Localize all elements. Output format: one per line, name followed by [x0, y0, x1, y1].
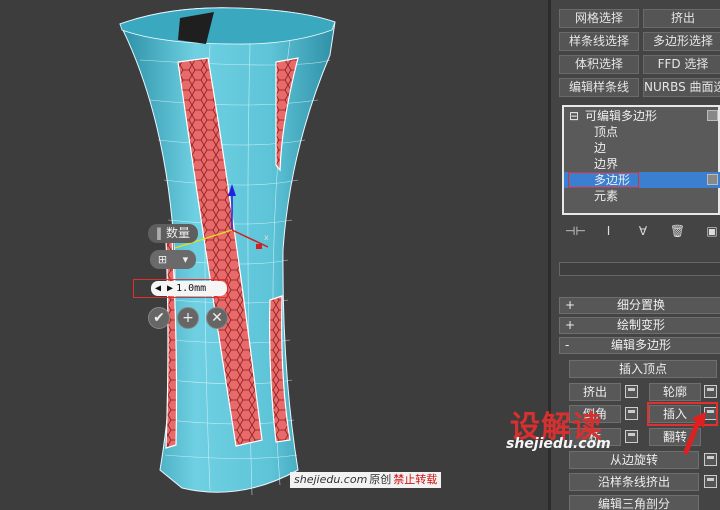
pin-stack-icon[interactable]: ⊣⊢	[565, 223, 586, 239]
nurbs-select-button[interactable]: NURBS 曲面选择	[643, 78, 720, 97]
stack-item-edge[interactable]: 边	[564, 140, 720, 156]
rollout-paint-deformation[interactable]: + 绘制变形	[559, 317, 720, 334]
watermark-warning: 禁止转载	[393, 473, 438, 486]
rollout-edit-polygons[interactable]: - 编辑多边形	[559, 337, 720, 354]
rollout-label: 绘制变形	[616, 318, 665, 332]
gizmo-axis-label: x	[264, 233, 269, 242]
stack-item-editable-poly[interactable]: ⊟ 可编辑多边形	[564, 108, 720, 124]
apply-button[interactable]: +	[177, 307, 199, 329]
stack-toolbar: ⊣⊢ Ⅰ ∀ 🗑 ▣	[565, 222, 720, 240]
edit-triangulation-button[interactable]: 编辑三角剖分	[569, 495, 699, 510]
rollout-toggle-icon: +	[565, 318, 576, 332]
viewport[interactable]: x ‖ 数量 ⊞ ▾ ◀ ▶ 1.0mm ✔ + ✕ shejiedu.com …	[0, 0, 548, 510]
stack-highlight-box	[568, 172, 639, 188]
spline-select-button[interactable]: 样条线选择	[559, 32, 639, 51]
volume-select-button[interactable]: 体积选择	[559, 55, 639, 74]
edit-spline-button[interactable]: 编辑样条线	[559, 78, 639, 97]
stack-item-label: 顶点	[594, 125, 619, 139]
stack-item-label: 边	[594, 141, 607, 155]
caddy-grip-icon: ‖	[156, 226, 162, 240]
caddy-title[interactable]: ‖ 数量	[148, 224, 199, 243]
stack-root-label: 可编辑多边形	[585, 109, 658, 123]
rollout-label: 编辑多边形	[610, 338, 671, 352]
caddy-amount-field: ◀ ▶ 1.0mm	[133, 279, 228, 298]
grid-icon: ⊞	[157, 253, 168, 266]
extrude-spline-settings-icon[interactable]	[704, 475, 717, 488]
vase-model[interactable]: x	[0, 0, 548, 510]
bevel-settings-icon[interactable]	[625, 407, 638, 420]
spinner-arrows-icon: ◀ ▶	[155, 283, 174, 294]
extrude-settings-icon[interactable]	[625, 385, 638, 398]
rollout-label: 细分置换	[616, 298, 665, 312]
caddy-group-dropdown[interactable]: ⊞ ▾	[150, 250, 196, 269]
watermark: shejiedu.com 原创 禁止转载	[290, 472, 442, 488]
annotation-arrow-icon	[683, 412, 706, 455]
extrude-button[interactable]: 挤出	[569, 383, 621, 401]
extrude-modifier-button[interactable]: 挤出	[643, 9, 720, 28]
rollout-toggle-icon: +	[565, 298, 576, 312]
watermark-original: 原创	[369, 473, 392, 486]
rollout-toggle-icon: -	[565, 338, 570, 352]
collapse-icon: ⊟	[569, 109, 580, 123]
insert-vertex-button[interactable]: 插入顶点	[569, 360, 717, 378]
chevron-down-icon: ▾	[182, 253, 189, 266]
brand-url: shejiedu.com	[506, 436, 611, 452]
watermark-site: shejiedu.com	[294, 473, 368, 486]
caddy-title-label: 数量	[166, 226, 191, 240]
ffd-select-button[interactable]: FFD 选择	[643, 55, 720, 74]
outline-settings-icon[interactable]	[704, 385, 717, 398]
amount-spinner[interactable]: ◀ ▶ 1.0mm	[151, 281, 227, 296]
outline-button[interactable]: 轮廓	[649, 383, 701, 401]
stack-item-vertex[interactable]: 顶点	[564, 124, 720, 140]
cancel-button[interactable]: ✕	[206, 307, 228, 329]
remove-modifier-icon[interactable]: 🗑	[669, 223, 687, 239]
stack-item-border[interactable]: 边界	[564, 156, 720, 172]
stack-item-toggle-icon[interactable]	[707, 174, 718, 185]
rollout-subdivision-displacement[interactable]: + 细分置换	[559, 297, 720, 314]
bridge-settings-icon[interactable]	[625, 430, 638, 443]
stack-item-label: 边界	[594, 157, 619, 171]
amount-value[interactable]: 1.0mm	[176, 281, 206, 296]
make-unique-icon[interactable]: ∀	[634, 223, 652, 239]
stack-root-toggle-icon[interactable]	[707, 110, 718, 121]
poly-select-button[interactable]: 多边形选择	[643, 32, 720, 51]
mesh-select-button[interactable]: 网格选择	[559, 9, 639, 28]
stack-item-element[interactable]: 元素	[564, 188, 720, 204]
modifier-stack: ⊟ 可编辑多边形 顶点 边 边界 多边形 元素	[562, 105, 720, 215]
show-end-result-icon[interactable]: Ⅰ	[600, 223, 618, 239]
configure-sets-icon[interactable]: ▣	[703, 223, 720, 239]
extrude-along-spline-button[interactable]: 沿样条线挤出	[569, 473, 699, 491]
stack-item-label: 元素	[594, 189, 619, 203]
ok-button[interactable]: ✔	[148, 307, 170, 329]
caddy-buttons: ✔ + ✕	[148, 307, 228, 329]
rollout-scroll-top[interactable]	[559, 262, 720, 276]
